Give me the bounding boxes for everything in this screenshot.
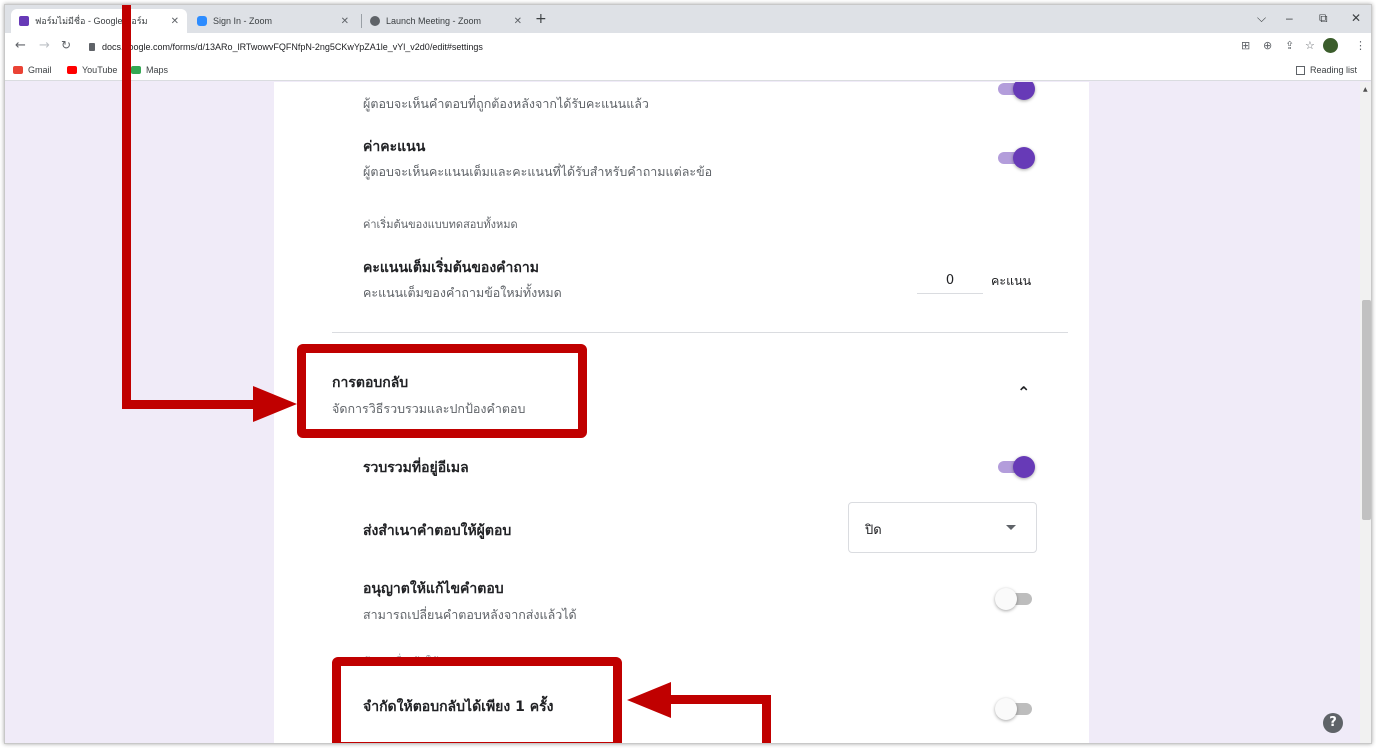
tab-strip: ฟอร์มไม่มีชื่อ - Google ฟอร์ม ✕ Sign In … [5,5,1371,33]
globe-icon [370,16,380,26]
show-answers-desc: ผู้ตอบจะเห็นคำตอบที่ถูกต้องหลังจากได้รับ… [363,96,649,111]
allow-edit-desc: สามารถเปลี่ยนคำตอบหลังจากส่งแล้วได้ [363,607,577,622]
point-values-title: ค่าคะแนน [363,139,426,155]
star-icon[interactable]: ☆ [1305,39,1315,52]
help-button[interactable]: ? [1323,713,1343,733]
points-unit: คะแนน [991,273,1032,288]
tab-zoom-launch[interactable]: Launch Meeting - Zoom ✕ [362,9,530,33]
close-icon[interactable]: ✕ [171,16,179,27]
gmail-icon [13,66,23,74]
youtube-icon [67,66,77,74]
point-values-desc: ผู้ตอบจะเห็นคะแนนเต็มและคะแนนที่ได้รับสำ… [363,164,713,179]
tab-title: Sign In - Zoom [213,16,273,26]
address-bar[interactable]: docs.google.com/forms/d/13ARo_lRTwowvFQF… [89,37,1229,57]
dropdown-arrow-icon [1006,525,1016,530]
chevron-up-icon[interactable]: ⌃ [1017,383,1030,402]
reload-icon[interactable]: ↻ [61,38,71,52]
translate-icon[interactable]: ⊞ [1241,39,1250,52]
tab-title: Launch Meeting - Zoom [386,16,482,26]
annotation-arrow-shaft-horizontal [122,400,257,409]
default-points-input[interactable]: 0 [917,267,983,294]
zoom-icon[interactable]: ⊕ [1263,39,1272,52]
allow-edit-title: อนุญาตให้แก้ไขคำตอบ [363,581,504,597]
zoom-icon [197,16,207,26]
restore-button[interactable]: ⧉ [1319,11,1328,26]
maps-icon [131,66,141,74]
forward-icon[interactable]: → [39,38,50,53]
allow-edit-toggle[interactable] [995,588,1035,610]
bookmark-youtube[interactable]: YouTube [67,65,117,75]
tab-search-icon[interactable]: ⌵ [1257,11,1266,26]
bookmarks-bar: Gmail YouTube Maps Reading list [5,61,1371,81]
bookmark-gmail[interactable]: Gmail [13,65,52,75]
scrollbar-thumb[interactable] [1362,300,1371,520]
forms-icon [19,16,29,26]
default-points-title: คะแนนเต็มเริ่มต้นของคำถาม [363,260,539,276]
tab-zoom-signin[interactable]: Sign In - Zoom ✕ [189,9,357,33]
annotation-arrow-shaft-vertical-2 [762,695,771,743]
send-copy-select[interactable]: ปิด [848,502,1037,553]
lock-icon [89,43,95,51]
default-points-desc: คะแนนเต็มของคำถามข้อใหม่ทั้งหมด [363,285,562,300]
share-icon[interactable]: ⇪ [1285,39,1294,52]
close-icon[interactable]: ✕ [341,16,349,27]
scroll-up-icon[interactable]: ▲ [1363,86,1368,93]
browser-toolbar: ← → ↻ docs.google.com/forms/d/13ARo_lRTw… [5,33,1371,61]
back-icon[interactable]: ← [15,38,26,53]
forms-settings-page: ผู้ตอบจะเห็นคำตอบที่ถูกต้องหลังจากได้รับ… [5,82,1360,743]
annotation-arrow-shaft-vertical [122,5,131,409]
collect-email-title: รวบรวมที่อยู่อีเมล [363,460,469,476]
url-text: docs.google.com/forms/d/13ARo_lRTwowvFQF… [102,42,483,52]
bookmark-label: Maps [146,65,169,75]
page-scrollbar[interactable]: ▲ [1360,82,1371,743]
send-copy-title: ส่งสำเนาคำตอบให้ผู้ตอบ [363,523,512,539]
annotation-box-limit-one [332,657,622,743]
bookmark-label: Gmail [28,65,52,75]
tab-google-forms[interactable]: ฟอร์มไม่มีชื่อ - Google ฟอร์ม ✕ [11,9,187,33]
new-tab-button[interactable]: + [535,11,547,27]
minimize-button[interactable]: – [1286,11,1293,25]
annotation-box-responses [297,344,587,438]
point-values-toggle[interactable] [995,147,1035,169]
annotation-arrowhead-left [627,682,671,718]
window-close-button[interactable]: ✕ [1351,11,1361,25]
browser-window: ฟอร์มไม่มีชื่อ - Google ฟอร์ม ✕ Sign In … [4,4,1372,744]
collect-email-toggle[interactable] [995,456,1035,478]
annotation-arrow-shaft-horizontal-2 [667,695,771,704]
close-icon[interactable]: ✕ [514,16,522,27]
bookmark-maps[interactable]: Maps [131,65,168,75]
global-defaults-label: ค่าเริ่มต้นของแบบทดสอบทั้งหมด [363,218,518,231]
send-copy-value: ปิด [865,523,882,538]
section-divider [332,332,1068,333]
reading-list-button[interactable]: Reading list [1295,65,1357,75]
limit-one-toggle[interactable] [995,698,1035,720]
annotation-arrowhead-right [253,386,297,422]
reading-list-icon [1295,65,1305,75]
bookmark-label: YouTube [82,65,118,75]
profile-avatar[interactable] [1323,38,1338,53]
menu-icon[interactable]: ⋮ [1355,39,1366,52]
show-answers-toggle[interactable] [995,82,1035,100]
reading-list-label: Reading list [1309,65,1357,75]
